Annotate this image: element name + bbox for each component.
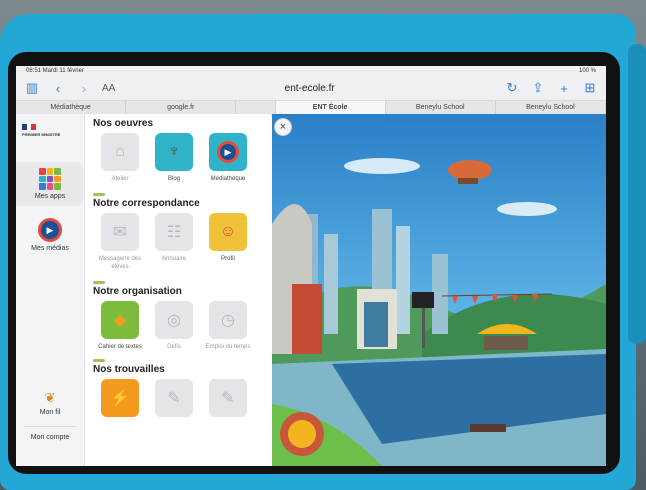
battery-level: 100 % [578,68,596,74]
apps-grid-icon [39,168,61,190]
back-icon[interactable]: ‹ [50,81,66,96]
directory-icon: ☷ [155,213,193,251]
bird-icon: ❦ [44,390,56,405]
reader-aa-button[interactable]: AA [102,83,115,94]
app-label: Messagerie des élèves [98,256,142,270]
tree-icon: ♆ [155,133,193,171]
section-title: Notre organisation [93,286,182,297]
tab-ent-ecole[interactable]: ENT École [275,101,386,115]
app-trouvaille-3[interactable]: ✎ [205,379,251,421]
tab-blank[interactable] [236,101,276,115]
rail-item-mon-fil[interactable]: ❦ Mon fil [16,390,84,416]
rail-label-mon-fil: Mon fil [39,409,61,416]
media-play-icon: ▶ [38,218,62,242]
tablet-screen: 08:51 Mardi 11 février 100 % ▥ ‹ › AA en… [16,66,606,466]
section-nos-trouvailles: Nos trouvailles ⚡ ✎ ✎ [85,351,271,421]
rail-label-mes-apps: Mes apps [34,193,66,200]
status-bar: 08:51 Mardi 11 février 100 % [16,66,606,76]
section-notre-organisation: Notre organisation ◆ Cahier de textes ◎ … [85,271,271,351]
app-label: Défis [167,344,181,350]
rail-divider [24,426,76,427]
app-atelier[interactable]: ⌂ Atelier [97,133,143,183]
section-nos-oeuvres: Nos oeuvres ⌂ Atelier ♆ Blog ▶ Médiathèq… [85,114,271,183]
app-defis[interactable]: ◎ Défis [151,301,197,351]
close-panel-button[interactable]: × [274,118,292,136]
rail-label-mon-compte: Mon compte [30,434,70,441]
tab-beneylu-2[interactable]: Beneylu School [496,101,606,115]
app-profil[interactable]: ☺ Profil [205,213,251,271]
app-cahier-de-textes[interactable]: ◆ Cahier de textes [97,301,143,351]
app-messagerie[interactable]: ✉ Messagerie des élèves [97,213,143,271]
app-blog[interactable]: ♆ Blog [151,133,197,183]
section-title: Nos trouvailles [93,364,165,375]
section-title: Nos oeuvres [93,118,154,129]
section-notre-correspondance: Notre correspondance ✉ Messagerie des él… [85,183,271,271]
republique-logo: PREMIER MINISTRE [22,120,64,154]
left-rail: PREMIER MINISTRE Mes apps ▶ Mes médias ❦ [16,114,85,466]
app-label: Blog [167,176,180,182]
app-label: Emploi du temps [205,344,251,350]
app-label: Annuaire [161,256,187,262]
target-icon: ◎ [155,301,193,339]
share-icon[interactable]: ⇪ [530,80,546,96]
tool-icon: ✎ [155,379,193,417]
tab-overview-icon[interactable]: ⊞ [582,80,598,96]
app-annuaire[interactable]: ☷ Annuaire [151,213,197,271]
browser-toolbar: ▥ ‹ › AA ent-ecole.fr ↻ ⇪ + ⊞ [16,76,606,101]
tool-icon: ✎ [209,379,247,417]
photo-scene: 08:51 Mardi 11 février 100 % ▥ ‹ › AA en… [0,0,646,490]
status-time: 08:51 Mardi 11 février [26,68,84,74]
app-label: Médiathèque [210,176,246,182]
new-tab-icon[interactable]: + [556,81,572,96]
rail-label-mes-medias: Mes médias [31,245,69,252]
app-label: Profil [221,256,235,262]
rail-item-mon-compte[interactable]: Mon compte [16,434,84,441]
easel-icon: ⌂ [101,133,139,171]
mailbox-icon: ✉ [101,213,139,251]
profile-badge-icon: ☺ [209,213,247,251]
forward-icon[interactable]: › [76,81,92,96]
logo-text: PREMIER MINISTRE [22,132,61,137]
notebook-icon: ◆ [101,301,139,339]
app-trouvaille-1[interactable]: ⚡ [97,379,143,421]
address-bar[interactable]: ent-ecole.fr [125,83,494,94]
lightning-icon: ⚡ [101,379,139,417]
app-label: Atelier [111,176,129,182]
rail-item-mes-medias[interactable]: ▶ Mes médias [16,218,84,252]
apps-panel: Nos oeuvres ⌂ Atelier ♆ Blog ▶ Médiathèq… [85,114,271,466]
flag-icon [22,124,37,130]
section-title: Notre correspondance [93,198,200,209]
app-trouvaille-2[interactable]: ✎ [151,379,197,421]
app-mediatheque[interactable]: ▶ Médiathèque [205,133,251,183]
city-illustration [272,114,606,466]
tab-mediatheque[interactable]: Médiathèque [16,101,127,115]
tab-google[interactable]: google.fr [126,101,237,115]
page-content: PREMIER MINISTRE Mes apps ▶ Mes médias ❦ [16,114,606,466]
play-disc-icon: ▶ [209,133,247,171]
clock-icon: ◷ [209,301,247,339]
app-emploi-du-temps[interactable]: ◷ Emploi du temps [205,301,251,351]
sidebar-toggle-icon[interactable]: ▥ [24,80,40,96]
reload-icon[interactable]: ↻ [504,80,520,96]
tab-beneylu-1[interactable]: Beneylu School [386,101,496,115]
app-label: Cahier de textes [98,344,142,350]
rail-item-mes-apps[interactable]: Mes apps [16,162,84,206]
